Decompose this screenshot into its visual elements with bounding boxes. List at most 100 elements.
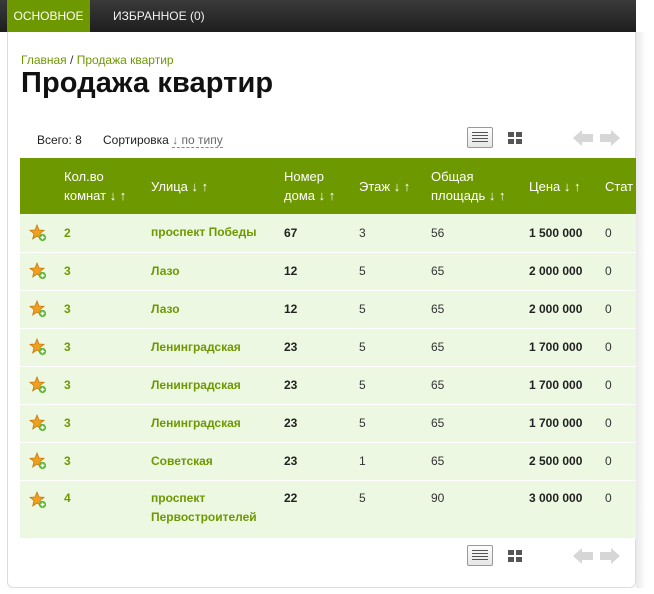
tab-main[interactable]: ОСНОВНОЕ: [7, 0, 90, 32]
street-cell[interactable]: Советская: [151, 442, 284, 481]
breadcrumb-separator: /: [66, 53, 77, 67]
frame-shadow: [636, 32, 646, 588]
price-cell: 1 700 000: [529, 366, 605, 405]
add-to-favorites-star-icon: [29, 223, 47, 241]
favorite-cell[interactable]: [20, 214, 64, 253]
price-cell: 2 000 000: [529, 290, 605, 329]
street-name: Ленинградская: [151, 415, 241, 430]
rooms-cell[interactable]: 4: [64, 480, 151, 539]
house-number-cell: 23: [284, 366, 359, 405]
street-name-line2: Первостроителей: [151, 509, 257, 524]
add-to-favorites-star-icon: [29, 376, 47, 394]
price-cell: 2 500 000: [529, 442, 605, 481]
rooms-cell[interactable]: 3: [64, 442, 151, 481]
floor-cell: 5: [359, 404, 431, 443]
page-title: Продажа квартир: [21, 67, 274, 99]
add-to-favorites-star-icon: [29, 452, 47, 470]
street-name: Ленинградская: [151, 339, 241, 354]
house-number-cell: 12: [284, 252, 359, 291]
house-number-cell: 23: [284, 404, 359, 443]
floor-cell: 1: [359, 442, 431, 481]
table-row[interactable]: 3 Лазо 12 5 65 2 000 000 0: [20, 290, 636, 329]
table-row[interactable]: 3 Советская 23 1 65 2 500 000 0: [20, 442, 636, 481]
listings-table: Кол.во комнат ↓ ↑ Улица ↓ ↑ Номер дома ↓ ↑…: [20, 158, 636, 539]
favorite-cell[interactable]: [20, 480, 64, 539]
street-cell[interactable]: Ленинградская: [151, 366, 284, 405]
breadcrumb-home-link[interactable]: Главная: [21, 53, 67, 67]
status-cell: 0: [605, 480, 636, 539]
breadcrumb: Главная / Продажа квартир: [21, 53, 174, 67]
area-cell: 65: [431, 252, 529, 291]
header-price[interactable]: Цена ↓ ↑: [529, 158, 605, 214]
street-name: Лазо: [151, 263, 180, 278]
arrow-right-icon: [600, 130, 620, 146]
grid-view-button[interactable]: [502, 127, 528, 148]
breadcrumb-current-link[interactable]: Продажа квартир: [77, 53, 174, 67]
table-row[interactable]: 3 Ленинградская 23 5 65 1 700 000 0: [20, 366, 636, 405]
grid-view-button-bottom[interactable]: [502, 545, 528, 566]
table-row[interactable]: 3 Ленинградская 23 5 65 1 700 000 0: [20, 404, 636, 443]
header-area[interactable]: Общая площадь ↓ ↑: [431, 158, 529, 214]
house-number-cell: 67: [284, 214, 359, 253]
table-row[interactable]: 4 проспект Первостроителей 22 5 90 3 000 000 0: [20, 480, 636, 539]
table-row[interactable]: 2 проспект Победы 67 3 56 1 500 000 0: [20, 214, 636, 253]
favorite-cell[interactable]: [20, 366, 64, 405]
arrow-right-icon: [600, 548, 620, 564]
area-cell: 65: [431, 404, 529, 443]
price-cell: 2 000 000: [529, 252, 605, 291]
rooms-cell[interactable]: 3: [64, 290, 151, 329]
rooms-cell[interactable]: 3: [64, 366, 151, 405]
table-row[interactable]: 3 Лазо 12 5 65 2 000 000 0: [20, 252, 636, 291]
prev-page-button[interactable]: [573, 130, 593, 146]
grid-view-icon: [508, 549, 522, 562]
street-cell[interactable]: проспект Победы: [151, 214, 284, 253]
list-view-button[interactable]: [467, 127, 493, 148]
list-view-icon: [472, 132, 488, 143]
table-row[interactable]: 3 Ленинградская 23 5 65 1 700 000 0: [20, 328, 636, 367]
add-to-favorites-star-icon: [29, 414, 47, 432]
favorite-cell[interactable]: [20, 328, 64, 367]
tab-favorites[interactable]: ИЗБРАННОЕ (0): [113, 0, 205, 32]
favorite-cell[interactable]: [20, 442, 64, 481]
header-rooms[interactable]: Кол.во комнат ↓ ↑: [64, 158, 151, 214]
next-page-button[interactable]: [600, 130, 620, 146]
next-page-button-bottom[interactable]: [600, 548, 620, 564]
header-status[interactable]: Стат: [605, 158, 636, 214]
price-cell: 1 700 000: [529, 404, 605, 443]
prev-page-button-bottom[interactable]: [573, 548, 593, 564]
favorite-cell[interactable]: [20, 290, 64, 329]
sort-label: Сортировка: [103, 133, 169, 147]
header-icon-col: [20, 158, 64, 214]
header-street[interactable]: Улица ↓ ↑: [151, 158, 284, 214]
rooms-cell[interactable]: 3: [64, 252, 151, 291]
rooms-cell[interactable]: 3: [64, 404, 151, 443]
area-cell: 65: [431, 366, 529, 405]
price-cell: 3 000 000: [529, 480, 605, 539]
floor-cell: 3: [359, 214, 431, 253]
street-cell[interactable]: Лазо: [151, 290, 284, 329]
street-cell[interactable]: проспект Первостроителей: [151, 480, 284, 539]
header-floor[interactable]: Этаж ↓ ↑: [359, 158, 431, 214]
street-cell[interactable]: Ленинградская: [151, 404, 284, 443]
area-cell: 56: [431, 214, 529, 253]
sort-by-type-link[interactable]: ↓ по типу: [172, 133, 223, 148]
add-to-favorites-star-icon: [29, 490, 47, 508]
list-view-button-bottom[interactable]: [467, 545, 493, 566]
rooms-cell[interactable]: 3: [64, 328, 151, 367]
floor-cell: 5: [359, 328, 431, 367]
street-cell[interactable]: Ленинградская: [151, 328, 284, 367]
street-name: Лазо: [151, 301, 180, 316]
listings-table-wrapper: Кол.во комнат ↓ ↑ Улица ↓ ↑ Номер дома ↓ ↑…: [20, 158, 636, 540]
header-house[interactable]: Номер дома ↓ ↑: [284, 158, 359, 214]
favorite-cell[interactable]: [20, 404, 64, 443]
favorite-cell[interactable]: [20, 252, 64, 291]
rooms-cell[interactable]: 2: [64, 214, 151, 253]
add-to-favorites-star-icon: [29, 262, 47, 280]
status-cell: 0: [605, 442, 636, 481]
add-to-favorites-star-icon: [29, 300, 47, 318]
street-cell[interactable]: Лазо: [151, 252, 284, 291]
price-cell: 1 700 000: [529, 328, 605, 367]
area-cell: 65: [431, 290, 529, 329]
house-number-cell: 23: [284, 442, 359, 481]
area-cell: 90: [431, 480, 529, 539]
